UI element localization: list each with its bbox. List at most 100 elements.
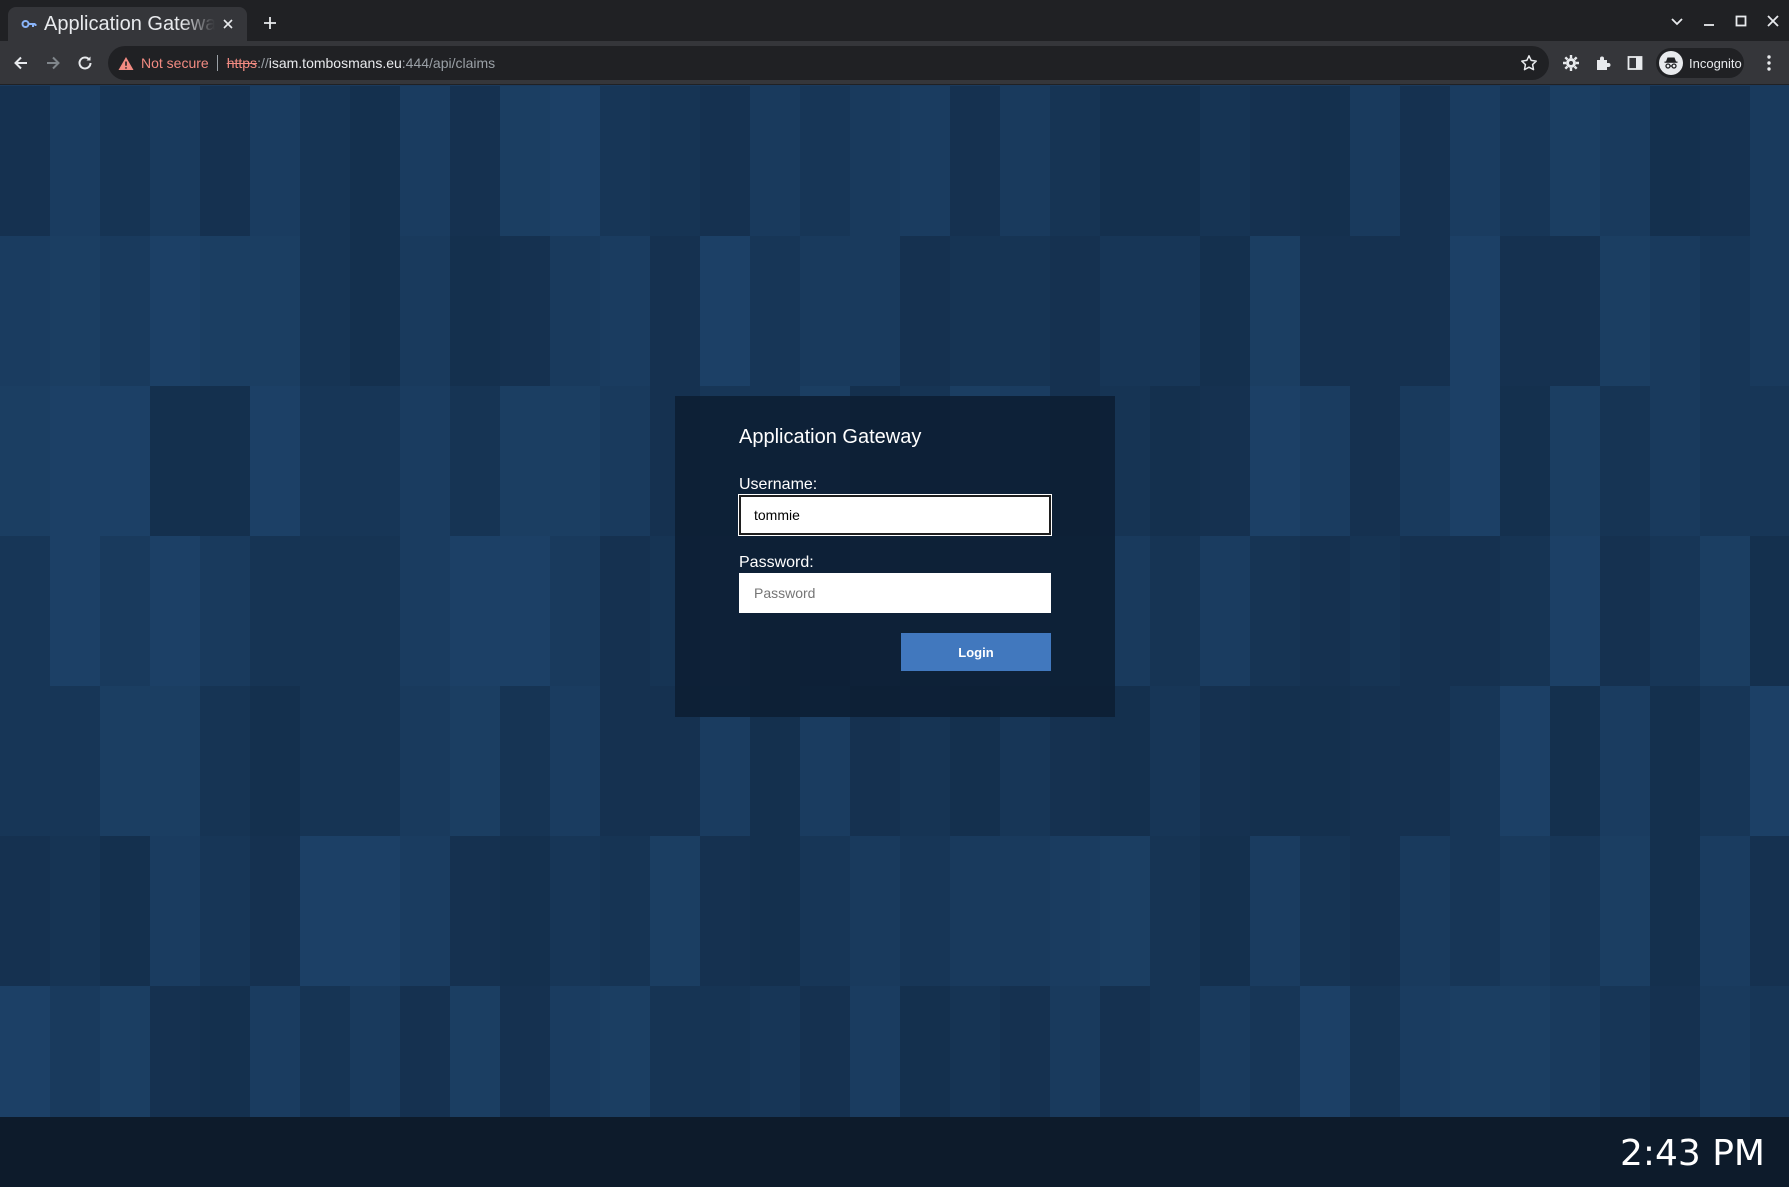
background-tile	[1550, 836, 1600, 986]
extensions-puzzle-icon[interactable]	[1591, 51, 1615, 75]
background-tile	[100, 386, 150, 536]
background-tile	[1350, 686, 1400, 836]
background-tile	[1250, 686, 1300, 836]
background-tile	[450, 836, 500, 986]
url-path: :444/api/claims	[401, 55, 496, 71]
background-tile	[200, 86, 250, 236]
background-tile	[700, 986, 750, 1117]
background-tile	[1150, 236, 1200, 386]
maximize-icon[interactable]	[1725, 5, 1757, 37]
background-tile	[300, 686, 350, 836]
background-tile	[250, 386, 300, 536]
background-tile	[800, 86, 850, 236]
background-tile	[650, 986, 700, 1117]
url-text[interactable]: https://isam.tombosmans.eu:444/api/claim…	[227, 55, 495, 71]
background-tile	[350, 986, 400, 1117]
background-tile	[550, 86, 600, 236]
background-tile	[1550, 86, 1600, 236]
background-tile	[900, 986, 950, 1117]
background-tile	[1450, 986, 1500, 1117]
background-tile	[1000, 86, 1050, 236]
background-tile	[350, 236, 400, 386]
background-tile	[1050, 836, 1100, 986]
background-tile	[600, 236, 650, 386]
background-tile	[300, 386, 350, 536]
background-tile	[1150, 536, 1200, 686]
background-tile	[1750, 386, 1789, 536]
address-bar[interactable]: Not secure https://isam.tombosmans.eu:44…	[108, 46, 1549, 80]
close-icon[interactable]	[1757, 5, 1789, 37]
background-tile	[1650, 386, 1700, 536]
background-tile	[650, 836, 700, 986]
background-tile	[1400, 686, 1450, 836]
background-tile	[900, 836, 950, 986]
background-tile	[1300, 836, 1350, 986]
username-input[interactable]	[739, 495, 1051, 535]
taskbar-clock[interactable]: 2:43 PM	[1620, 1133, 1765, 1174]
tab-search-icon[interactable]	[1661, 5, 1693, 37]
background-tile	[1700, 236, 1750, 386]
background-tile	[350, 386, 400, 536]
background-tile	[1550, 986, 1600, 1117]
security-indicator[interactable]: Not secure	[118, 55, 209, 71]
tab-title: Application Gateway	[44, 12, 215, 35]
background-tile	[1500, 86, 1550, 236]
extension-gear-icon[interactable]	[1559, 51, 1583, 75]
kebab-menu-icon[interactable]	[1757, 51, 1781, 75]
background-tile	[1600, 386, 1650, 536]
tab-strip: Application Gateway	[0, 0, 1789, 41]
background-tile	[100, 686, 150, 836]
plus-icon[interactable]	[258, 11, 282, 35]
bookmark-star-icon[interactable]	[1519, 53, 1539, 73]
background-tile	[50, 536, 100, 686]
side-panel-icon[interactable]	[1623, 51, 1647, 75]
background-tile	[800, 836, 850, 986]
background-tile	[1650, 986, 1700, 1117]
background-tile	[1500, 536, 1550, 686]
background-tile	[400, 836, 450, 986]
background-tile	[1100, 236, 1150, 386]
background-tile	[700, 86, 750, 236]
background-tile	[1250, 836, 1300, 986]
background-tile	[1500, 236, 1550, 386]
password-input[interactable]	[739, 573, 1051, 613]
minimize-icon[interactable]	[1693, 5, 1725, 37]
background-tile	[600, 386, 650, 536]
background-tile	[100, 986, 150, 1117]
background-tile	[950, 86, 1000, 236]
back-icon[interactable]	[8, 50, 34, 76]
background-tile	[1600, 536, 1650, 686]
background-tile	[1050, 986, 1100, 1117]
background-tile	[1700, 386, 1750, 536]
background-tile	[1650, 536, 1700, 686]
background-tile	[1300, 986, 1350, 1117]
page-viewport: Application Gateway Username: Password: …	[0, 86, 1789, 1117]
background-tile	[400, 536, 450, 686]
background-tile	[500, 86, 550, 236]
login-button[interactable]: Login	[901, 633, 1051, 671]
password-label: Password:	[739, 554, 814, 571]
reload-icon[interactable]	[72, 50, 98, 76]
background-tile	[1450, 836, 1500, 986]
background-tile	[1650, 236, 1700, 386]
background-tile	[350, 86, 400, 236]
forward-icon[interactable]	[40, 50, 66, 76]
key-icon	[20, 15, 38, 33]
background-tile	[100, 236, 150, 386]
background-tile	[550, 686, 600, 836]
background-tile	[850, 236, 900, 386]
background-tile	[0, 236, 50, 386]
incognito-profile-button[interactable]: Incognito	[1656, 48, 1744, 78]
close-icon[interactable]	[219, 15, 237, 33]
background-tile	[950, 836, 1000, 986]
background-tile	[1600, 986, 1650, 1117]
browser-tab[interactable]: Application Gateway	[8, 7, 247, 41]
background-tile	[1300, 686, 1350, 836]
background-tile	[100, 836, 150, 986]
background-tile	[500, 986, 550, 1117]
background-tile	[1200, 986, 1250, 1117]
background-tile	[1700, 836, 1750, 986]
background-tile	[450, 986, 500, 1117]
background-tile	[1550, 536, 1600, 686]
background-tile	[1750, 986, 1789, 1117]
